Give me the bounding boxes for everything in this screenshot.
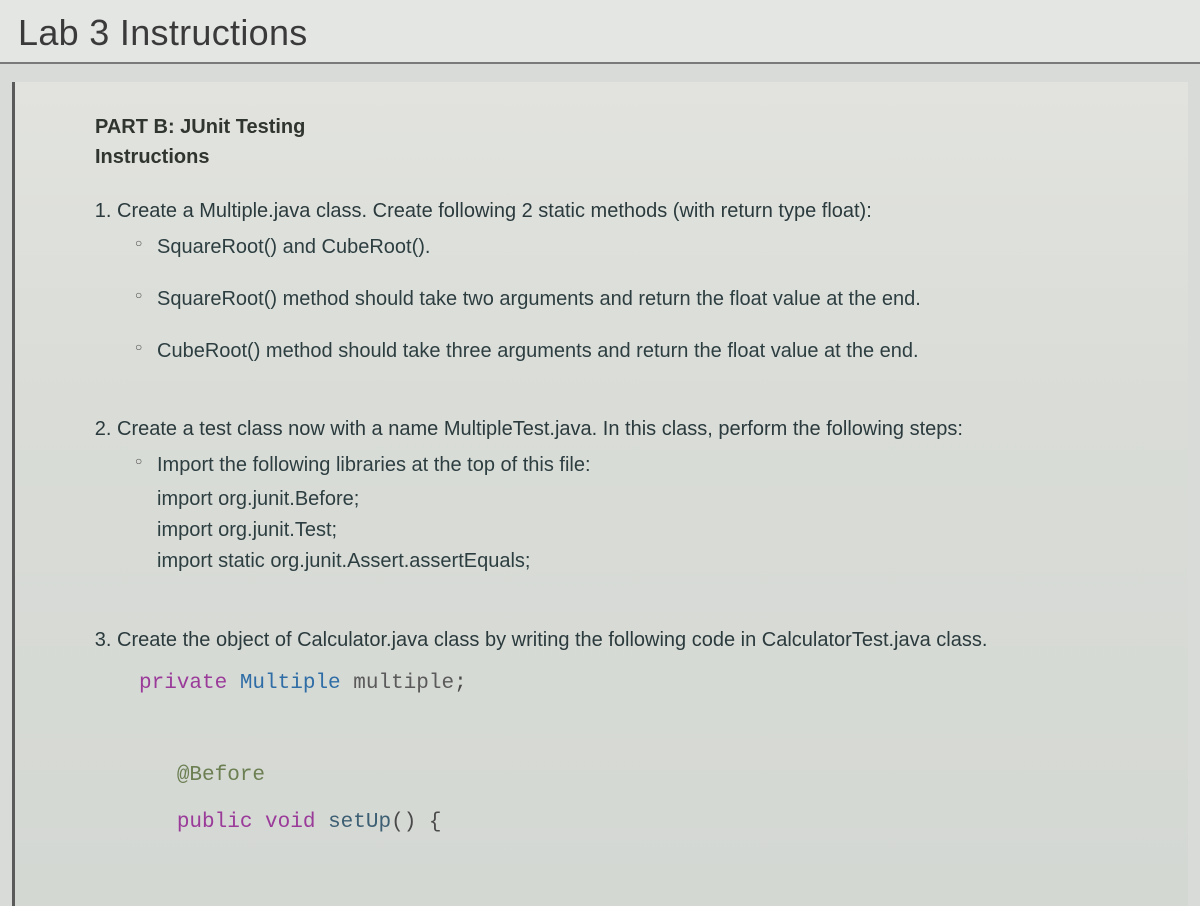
kw-paren: () (391, 811, 416, 834)
content-wrap: PART B: JUnit Testing Instructions Creat… (12, 82, 1188, 906)
content: PART B: JUnit Testing Instructions Creat… (15, 100, 1188, 906)
code-line-3: public void setUp() { (139, 800, 1118, 846)
page-title: Lab 3 Instructions (0, 0, 1200, 64)
kw-type: Multiple (240, 672, 341, 695)
import-line-2: import static org.junit.Assert.assertEqu… (157, 546, 1118, 577)
step-1-sub-1: SquareRoot() method should take two argu… (135, 284, 1118, 314)
code-line-2: @Before (139, 753, 1118, 799)
step-1-text: Create a Multiple.java class. Create fol… (117, 200, 872, 222)
step-2-sublist: Import the following libraries at the to… (117, 450, 1118, 577)
kw-private: private (139, 672, 227, 695)
step-3-text: Create the object of Calculator.java cla… (117, 629, 987, 651)
code-block: private Multiple multiple; @Before publi… (139, 661, 1118, 846)
step-1-sub-0: SquareRoot() and CubeRoot(). (135, 232, 1118, 262)
code-line-1: private Multiple multiple; (139, 661, 1118, 707)
step-3: Create the object of Calculator.java cla… (117, 625, 1118, 846)
kw-method: setUp (328, 811, 391, 834)
step-1: Create a Multiple.java class. Create fol… (117, 196, 1118, 366)
import-lines: import org.junit.Before; import org.juni… (157, 484, 1118, 577)
step-2-sub-0: Import the following libraries at the to… (135, 450, 1118, 577)
step-1-sublist: SquareRoot() and CubeRoot(). SquareRoot(… (117, 232, 1118, 366)
kw-var: multiple (353, 672, 454, 695)
step-2-sub-0-text: Import the following libraries at the to… (157, 454, 591, 476)
kw-semicolon: ; (454, 672, 467, 695)
step-2: Create a test class now with a name Mult… (117, 414, 1118, 577)
kw-public: public (177, 811, 253, 834)
step-1-sub-2: CubeRoot() method should take three argu… (135, 336, 1118, 366)
kw-void: void (265, 811, 315, 834)
step-2-text: Create a test class now with a name Mult… (117, 418, 963, 440)
code-line-blank-1 (139, 707, 1118, 753)
kw-annotation: @Before (177, 764, 265, 787)
import-line-1: import org.junit.Test; (157, 515, 1118, 546)
main-ordered-list: Create a Multiple.java class. Create fol… (95, 196, 1118, 846)
section-header: PART B: JUnit Testing Instructions (95, 112, 1118, 172)
part-label: PART B: JUnit Testing (95, 112, 1118, 142)
kw-brace: { (416, 811, 441, 834)
import-line-0: import org.junit.Before; (157, 484, 1118, 515)
instructions-label: Instructions (95, 142, 1118, 172)
